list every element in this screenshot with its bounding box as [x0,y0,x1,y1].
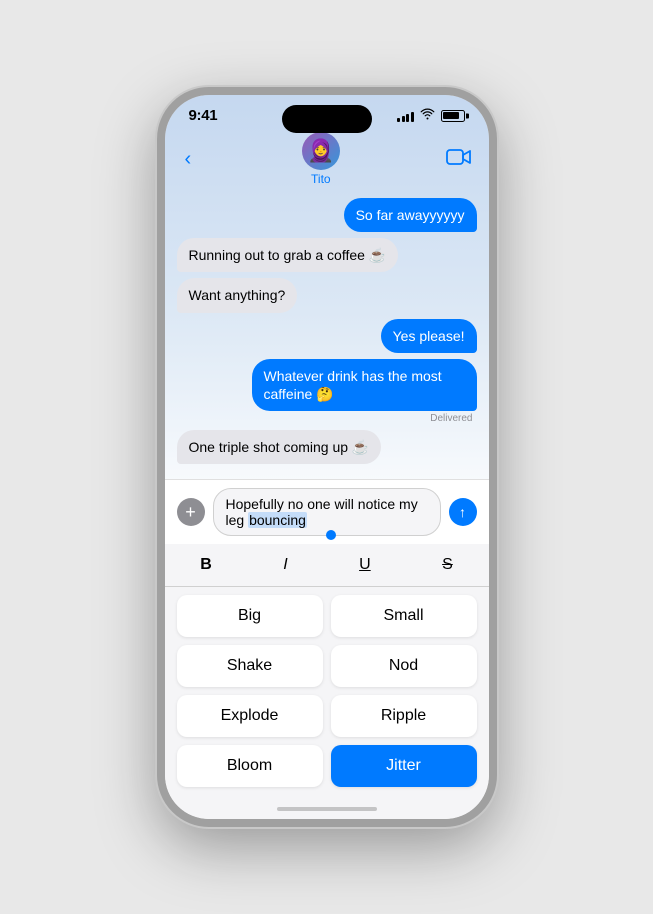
screen: 9:41 [165,95,489,819]
wifi-icon [420,108,435,123]
message-row: One triple shot coming up ☕ [177,430,477,464]
messages-area: So far awayyyyyy Running out to grab a c… [165,194,489,479]
avatar: 🧕 [302,132,340,170]
message-bubble: Whatever drink has the most caffeine 🤔 [252,359,477,411]
status-icons [397,108,465,123]
add-attachment-button[interactable]: + [177,498,205,526]
status-time: 9:41 [189,107,218,124]
message-row: Whatever drink has the most caffeine 🤔 D… [177,359,477,424]
text-cursor [326,530,336,540]
battery-fill [443,112,459,119]
strikethrough-format-button[interactable]: S [430,552,465,578]
back-button[interactable]: ‹ [181,144,196,175]
message-row: Running out to grab a coffee ☕ [177,238,477,272]
effect-bloom-button[interactable]: Bloom [177,745,323,787]
delivered-label: Delivered [430,413,476,424]
home-indicator [165,803,489,819]
message-input[interactable]: Hopefully no one will notice my leg boun… [213,488,441,536]
effect-small-button[interactable]: Small [331,595,477,637]
effect-shake-button[interactable]: Shake [177,645,323,687]
message-row: Yes please! [177,319,477,353]
message-bubble: Want anything? [177,278,298,312]
effect-jitter-button[interactable]: Jitter [331,745,477,787]
italic-format-button[interactable]: I [271,552,299,578]
effect-nod-button[interactable]: Nod [331,645,477,687]
dynamic-island [282,105,372,133]
selected-text: bouncing [248,512,307,528]
message-bubble: Running out to grab a coffee ☕ [177,238,399,272]
message-bubble: Yes please! [381,319,477,353]
signal-bars-icon [397,110,414,122]
underline-format-button[interactable]: U [347,552,383,578]
message-bubble: So far awayyyyyy [344,198,477,232]
effect-explode-button[interactable]: Explode [177,695,323,737]
contact-info[interactable]: 🧕 Tito [302,132,340,186]
message-row: So far awayyyyyy [177,198,477,232]
input-area: + Hopefully no one will notice my leg bo… [165,479,489,544]
send-button[interactable]: ↑ [449,498,477,526]
bold-format-button[interactable]: B [188,552,224,578]
battery-icon [441,110,465,122]
message-row: Want anything? [177,278,477,312]
effect-ripple-button[interactable]: Ripple [331,695,477,737]
effects-grid: Big Small Shake Nod Explode Ripple Bloom… [165,587,489,803]
home-bar [277,807,377,811]
format-bar: B I U S [165,544,489,587]
contact-name: Tito [311,172,331,186]
phone-frame: 9:41 [157,87,497,827]
effect-big-button[interactable]: Big [177,595,323,637]
input-text: Hopefully no one will notice my leg boun… [226,496,428,528]
nav-bar: ‹ 🧕 Tito [165,128,489,194]
message-bubble: One triple shot coming up ☕ [177,430,382,464]
video-call-button[interactable] [446,148,472,171]
